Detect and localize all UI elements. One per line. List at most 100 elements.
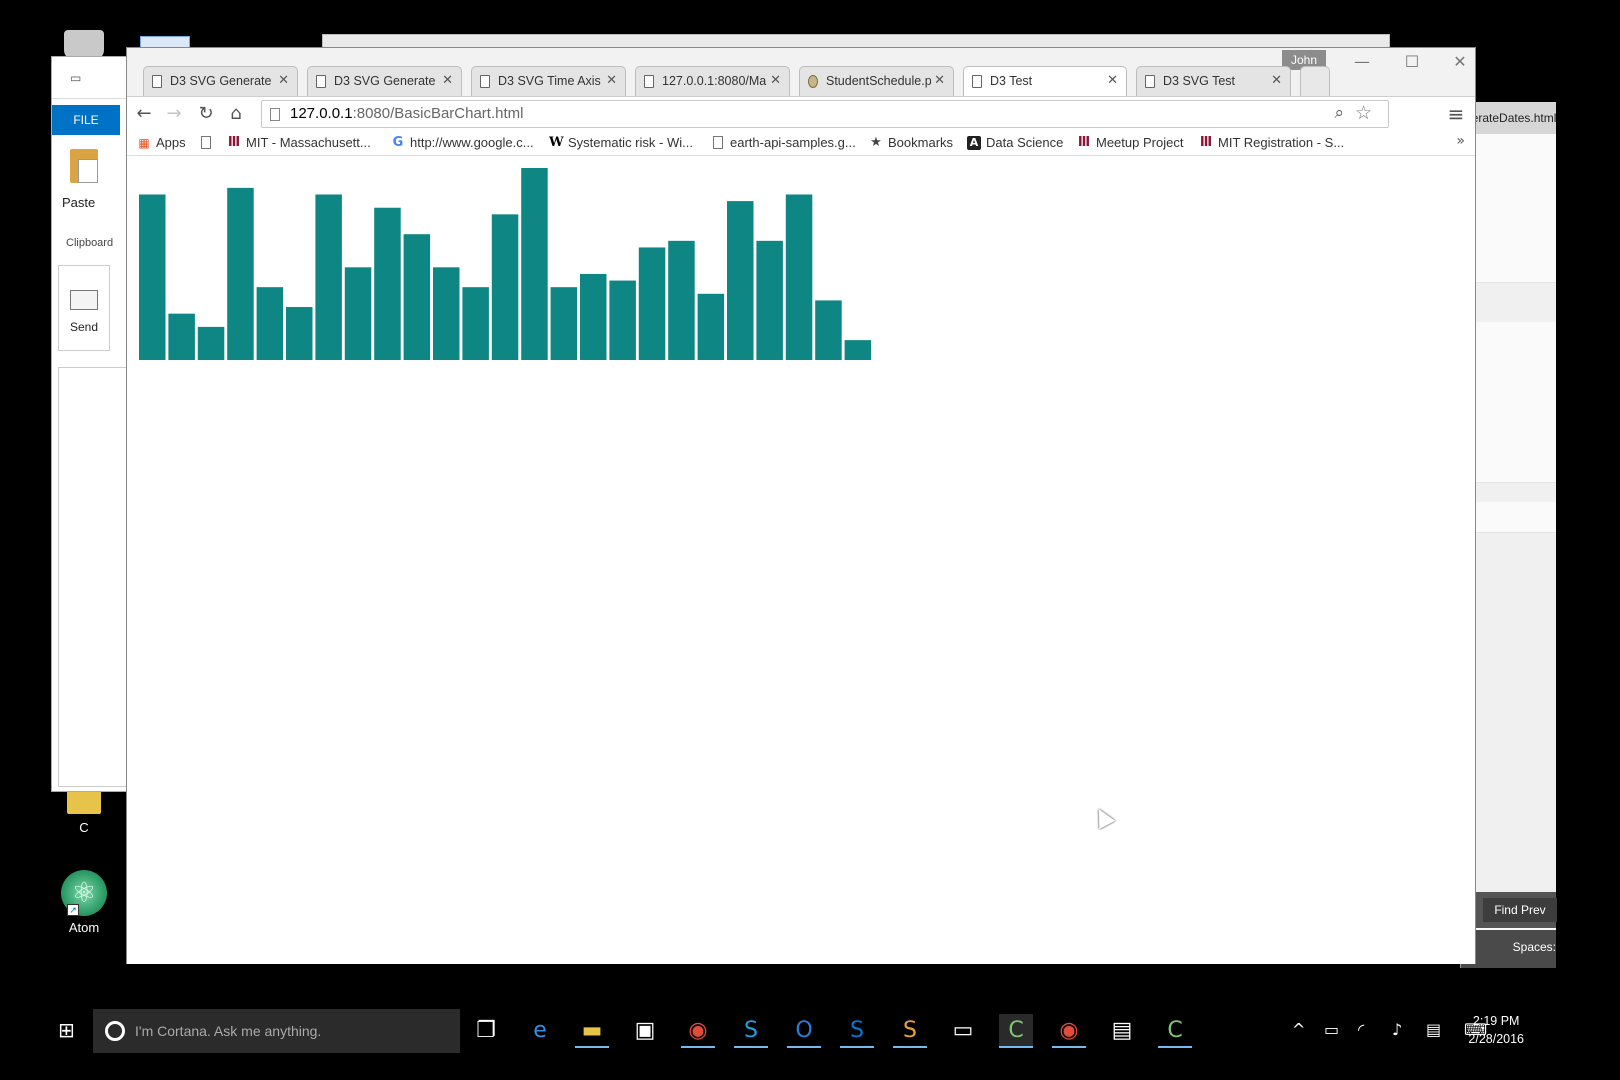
new-tab-button[interactable] [1300,66,1330,96]
bookmark-meetup-project[interactable]: Ⅲ Meetup Project [1077,133,1184,153]
window-icon: ▭ [70,71,82,85]
bookmark-blank-page[interactable] [199,133,218,153]
task-view-icon[interactable]: ❐ [469,1014,503,1048]
tab-close-icon[interactable]: ✕ [442,67,453,95]
cortana-icon [105,1021,125,1041]
camtasia-recorder-icon[interactable]: C [1158,1014,1192,1048]
quick-access-toolbar: ▭ [52,57,130,99]
cortana-placeholder: I'm Cortana. Ask me anything. [135,1023,322,1039]
minimize-icon[interactable]: — [1342,50,1382,74]
tab-label: D3 SVG Test [1163,74,1236,88]
envelope-icon [70,290,98,310]
tab-close-icon[interactable]: ✕ [1271,67,1282,95]
bar-11 [462,287,489,360]
page-icon [316,75,326,88]
tab-close-icon[interactable]: ✕ [934,67,945,95]
tab-close-icon[interactable]: ✕ [606,67,617,95]
address-bar[interactable]: 127.0.0.1:8080/BasicBarChart.html ⌕ ☆ [261,100,1389,128]
edge-icon[interactable]: e [523,1014,557,1048]
store-icon[interactable]: ▣ [628,1014,662,1048]
volume-icon[interactable]: ♪ [1392,1020,1402,1039]
tab-d3-svg-generate-2[interactable]: D3 SVG Generate T ✕ [307,66,462,96]
page-icon [972,75,982,88]
navigation-toolbar: ← → ↻ ⌂ 127.0.0.1:8080/BasicBarChart.htm… [127,96,1475,130]
show-hidden-icons[interactable]: ^ [1292,1020,1305,1039]
maximize-icon[interactable]: ☐ [1392,50,1432,74]
background-browser-window[interactable] [322,34,1390,48]
file-tab[interactable]: FILE [52,105,120,135]
bar-6 [315,194,342,360]
atom-label: Atom [68,920,100,935]
bar-7 [344,267,372,360]
chrome-icon[interactable]: ◉ [681,1014,715,1048]
tab-d3-svg-generate-1[interactable]: D3 SVG Generate T ✕ [143,66,298,96]
bookmark-label: http://www.google.c... [410,135,534,150]
bookmark-systematic-risk[interactable]: W Systematic risk - Wi... [549,133,693,153]
close-icon[interactable]: ✕ [1440,50,1480,74]
tab-close-icon[interactable]: ✕ [278,67,289,95]
bar-9 [403,234,431,360]
tab-close-icon[interactable]: ✕ [1107,67,1118,95]
skype-icon[interactable]: S [734,1014,768,1048]
movie-maker-icon[interactable]: ▤ [1105,1014,1139,1048]
bookmark-label: Apps [156,135,186,150]
command-prompt-icon[interactable]: ▭ [946,1014,980,1048]
send-button[interactable]: Send [58,265,110,351]
bookmark-label: Meetup Project [1096,135,1184,150]
tab-localhost-map[interactable]: 127.0.0.1:8080/Ma ✕ [635,66,790,96]
skype-business-icon[interactable]: S [840,1014,874,1048]
chrome-icon-2[interactable]: ◉ [1052,1014,1086,1048]
bookmark-star-icon[interactable]: ☆ [1355,102,1372,124]
bar-14 [550,287,578,360]
home-icon[interactable]: ⌂ [223,101,249,127]
desktop-folder-shortcut[interactable]: C [50,790,118,835]
tab-d3-svg-time-axis[interactable]: D3 SVG Time Axis I ✕ [471,66,626,96]
bookmark-mit-registration[interactable]: Ⅲ MIT Registration - S... [1199,133,1344,153]
bar-chart [139,168,872,360]
action-center-icon[interactable]: ▤ [1426,1020,1441,1039]
more-bookmarks-icon[interactable]: » [1456,133,1465,149]
forward-arrow-icon[interactable]: → [161,101,187,127]
page-icon [270,108,280,121]
zoom-icon[interactable]: ⌕ [1334,103,1344,123]
clipboard-icon [70,149,98,183]
title-bar[interactable]: John — ☐ ✕ D3 SVG Generate T ✕ D3 SVG Ge… [127,48,1475,96]
clock[interactable]: 2:19 PM 2/28/2016 [1468,1012,1524,1048]
bookmark-label: MIT Registration - S... [1218,135,1345,150]
bookmark-google[interactable]: Ghttp://www.google.c... [391,133,534,153]
camtasia-icon[interactable]: C [999,1014,1033,1048]
tab-d3-test[interactable]: D3 Test ✕ [963,66,1127,96]
bookmark-label: earth-api-samples.g... [730,135,856,150]
outlook-icon[interactable]: O [787,1014,821,1048]
bar-4 [256,287,284,360]
bookmark-earth-api[interactable]: earth-api-samples.g... [711,133,856,153]
spaces-indicator[interactable]: Spaces: [1513,940,1556,954]
folder-icon [67,790,101,814]
atom-shortcut[interactable]: ↗ Atom [50,870,118,935]
message-body[interactable] [58,367,128,787]
tab-student-schedule[interactable]: StudentSchedule.p ✕ [799,66,954,96]
file-explorer-icon[interactable]: ▬ [575,1014,609,1048]
back-arrow-icon[interactable]: ← [131,101,157,127]
bookmark-apps[interactable]: ▦ Apps [137,133,186,153]
windows-start-icon[interactable]: ⊞ [58,1020,78,1040]
reload-icon[interactable]: ↻ [193,101,219,127]
sublime-text-icon[interactable]: S [893,1014,927,1048]
menu-icon[interactable]: ≡ [1443,101,1469,127]
find-prev-button[interactable]: Find Prev [1483,898,1557,922]
url-text[interactable]: 127.0.0.1:8080/BasicBarChart.html [290,105,523,122]
cortana-search-box[interactable]: I'm Cortana. Ask me anything. [93,1009,460,1053]
outlook-compose-window[interactable]: ▭ FILE Paste Clipboard Send [51,56,131,792]
battery-icon[interactable]: ▭ [1324,1020,1339,1039]
chrome-window[interactable]: John — ☐ ✕ D3 SVG Generate T ✕ D3 SVG Ge… [126,47,1476,964]
tab-close-icon[interactable]: ✕ [770,67,781,95]
wifi-icon[interactable]: ◜ [1358,1020,1364,1039]
bookmark-mit[interactable]: Ⅲ MIT - Massachusett... [227,133,371,153]
paste-button[interactable] [66,149,102,183]
bookmark-data-science[interactable]: A Data Science [967,133,1063,153]
bookmark-label: MIT - Massachusett... [246,135,371,150]
image-favicon-icon [808,75,818,88]
bookmark-folder-bookmarks[interactable]: ★ Bookmarks [869,133,953,153]
google-icon: G [392,135,404,150]
tab-d3-svg-test[interactable]: D3 SVG Test ✕ [1136,66,1291,96]
